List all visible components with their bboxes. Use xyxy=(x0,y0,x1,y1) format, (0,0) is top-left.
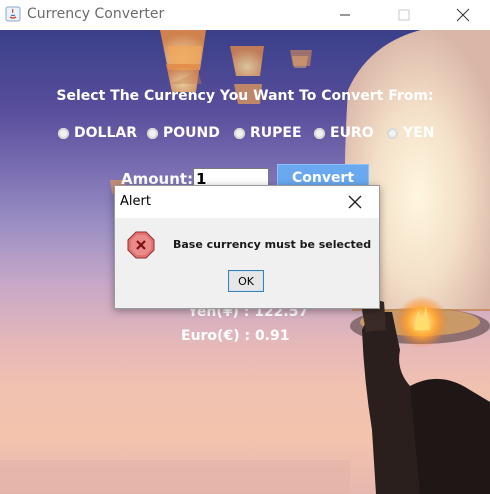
close-icon[interactable] xyxy=(345,192,365,212)
error-icon xyxy=(127,231,155,259)
radio-yen[interactable]: YEN xyxy=(387,123,434,143)
radio-button-icon[interactable] xyxy=(147,127,158,139)
maximize-icon[interactable] xyxy=(381,0,427,30)
close-icon[interactable] xyxy=(440,0,486,30)
alert-message: Base currency must be selected xyxy=(173,238,372,251)
java-app-icon xyxy=(5,6,21,22)
radio-label-rupee: RUPEE xyxy=(250,125,302,141)
dialog-title-bar: Alert xyxy=(115,186,379,218)
result-euro: Euro(€) : 0.91 xyxy=(181,328,290,344)
window-title: Currency Converter xyxy=(27,6,165,22)
radio-dollar[interactable]: DOLLAR xyxy=(58,123,137,143)
radio-button-icon[interactable] xyxy=(387,127,398,139)
alert-dialog: Alert Base currency must be selected OK xyxy=(114,185,380,309)
radio-label-euro: EURO xyxy=(330,125,374,141)
radio-label-pound: POUND xyxy=(163,125,220,141)
radio-label-yen: YEN xyxy=(403,125,435,141)
minimize-icon[interactable] xyxy=(322,0,368,30)
dialog-title: Alert xyxy=(120,194,151,209)
ok-button[interactable]: OK xyxy=(228,270,264,292)
radio-pound[interactable]: POUND xyxy=(147,123,220,143)
app-window: Currency Converter Select The Currency Y… xyxy=(0,0,490,494)
radio-button-icon[interactable] xyxy=(314,127,325,139)
radio-euro[interactable]: EURO xyxy=(314,123,374,143)
radio-button-icon[interactable] xyxy=(58,127,69,139)
radio-label-dollar: DOLLAR xyxy=(74,125,137,141)
select-currency-heading: Select The Currency You Want To Convert … xyxy=(56,88,434,104)
radio-rupee[interactable]: RUPEE xyxy=(234,123,302,143)
title-bar: Currency Converter xyxy=(0,0,490,30)
radio-button-icon[interactable] xyxy=(234,127,245,139)
